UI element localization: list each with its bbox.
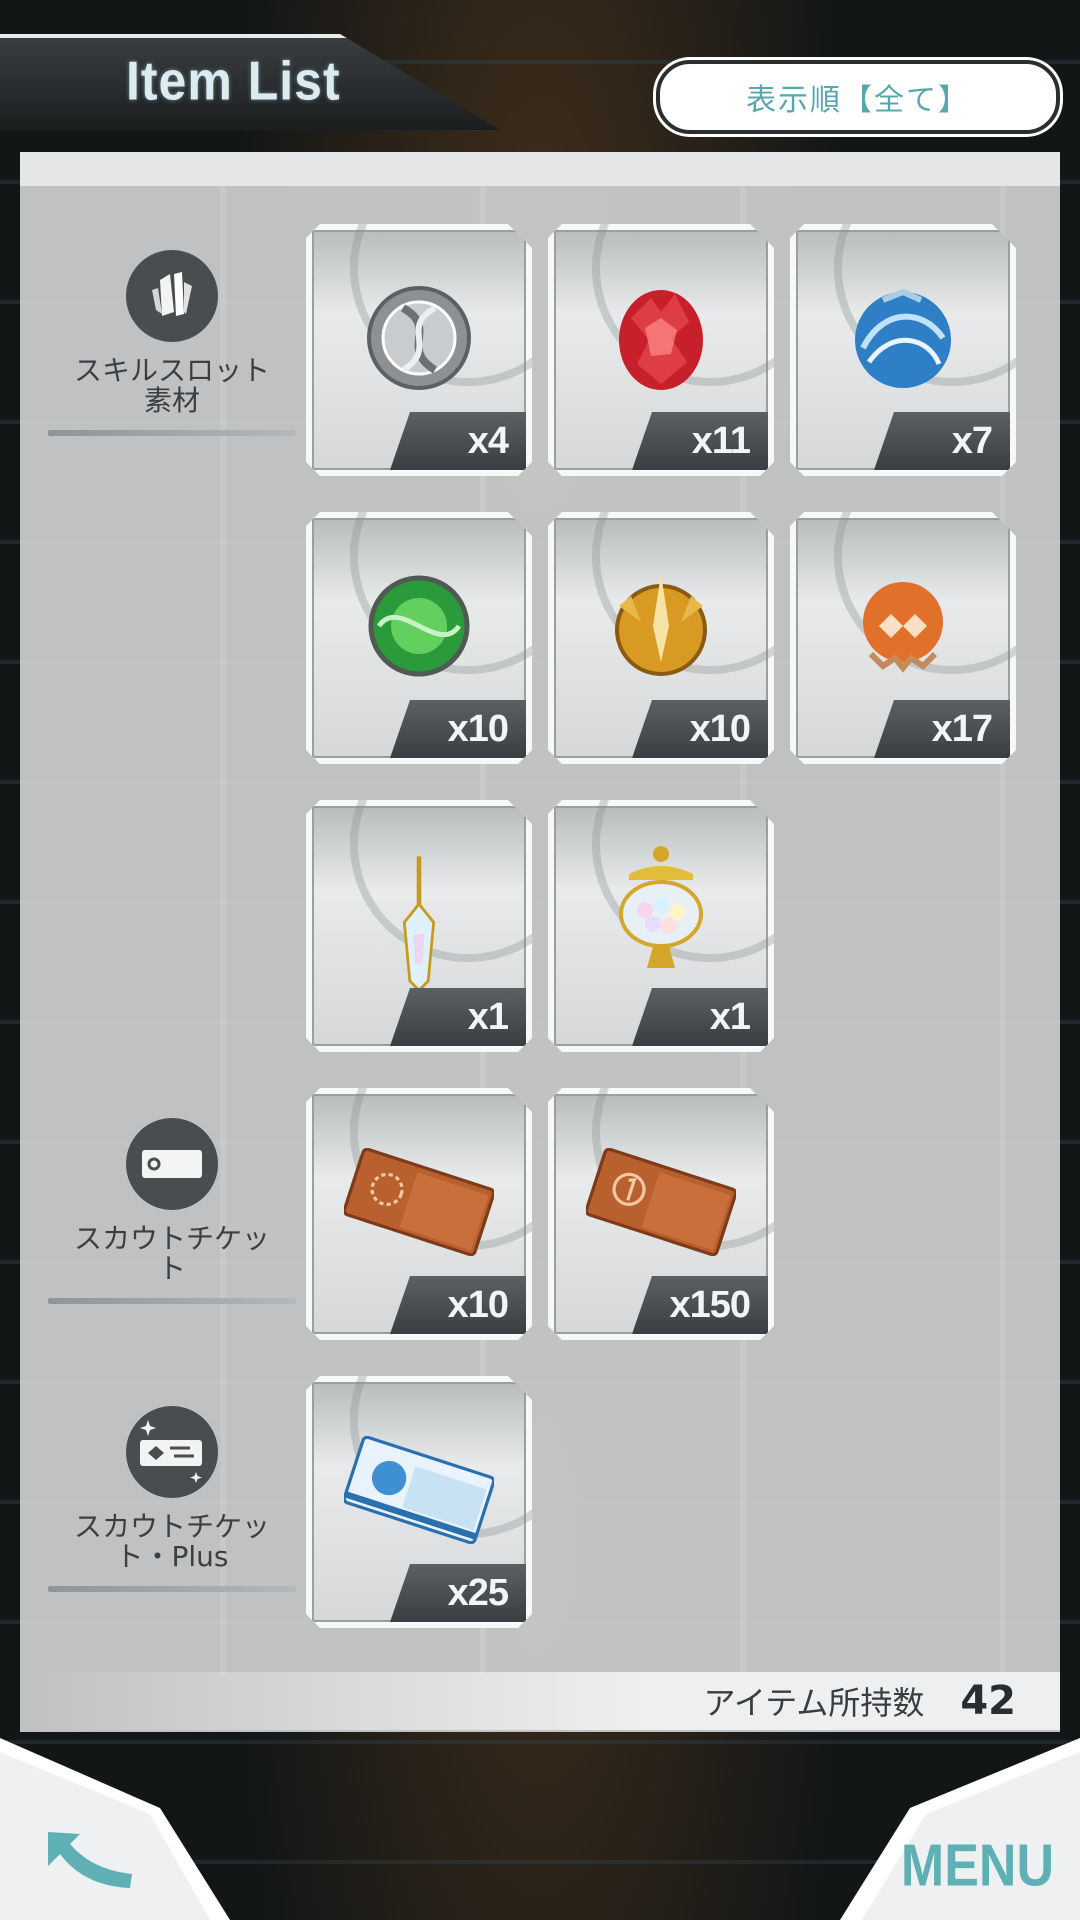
category-skill-slot-material: スキルスロット 素材	[48, 250, 296, 436]
category-label: スカウトチケッ ト・Plus	[73, 1510, 270, 1573]
item-quantity: x17	[874, 700, 1010, 758]
red-orb-icon	[601, 278, 721, 398]
bronze-ticket-1-icon	[586, 1148, 736, 1256]
item-card-bronze-ticket[interactable]: x10	[306, 1088, 532, 1340]
orange-orb-icon	[843, 566, 963, 686]
item-card-gold-orb[interactable]: x10	[548, 512, 774, 764]
category-label: スカウトチケッ ト	[73, 1222, 270, 1285]
category-divider	[48, 1298, 296, 1304]
sort-order-button[interactable]: 表示順【全て】	[656, 60, 1060, 134]
back-arrow-icon	[48, 1832, 132, 1888]
crystal-wand-icon	[364, 851, 474, 1001]
category-label: スキルスロット 素材	[48, 356, 296, 416]
pearl-urn-icon	[601, 844, 721, 984]
item-count-bar: アイテム所持数 42	[20, 1672, 1060, 1730]
ticket-plus-icon	[126, 1406, 218, 1498]
item-card-blue-ticket-1st[interactable]: x25	[306, 1376, 532, 1628]
item-quantity: x10	[632, 700, 768, 758]
item-quantity: x25	[390, 1564, 526, 1622]
item-quantity: x7	[874, 412, 1010, 470]
category-scout-ticket: スカウトチケッ ト	[48, 1118, 296, 1304]
item-card-green-orb[interactable]: x10	[306, 512, 532, 764]
menu-label: MENU	[900, 1832, 1054, 1900]
item-card-silver-orb[interactable]: x4	[306, 224, 532, 476]
category-label-line1: スキルスロット 素材	[73, 354, 270, 417]
category-divider	[48, 1586, 296, 1592]
blue-ticket-1st-icon	[344, 1436, 494, 1544]
item-card-orange-orb[interactable]: x17	[790, 512, 1016, 764]
gold-orb-icon	[601, 566, 721, 686]
category-divider	[48, 430, 296, 436]
blue-orb-icon	[843, 278, 963, 398]
item-quantity: x4	[390, 412, 526, 470]
item-card-pearl-urn[interactable]: x1	[548, 800, 774, 1052]
item-quantity: x1	[632, 988, 768, 1046]
item-count-value: 42	[960, 1678, 1016, 1724]
item-quantity: x11	[632, 412, 768, 470]
silver-orb-icon	[359, 278, 479, 398]
page-title: Item List	[126, 50, 341, 112]
category-scout-ticket-plus: スカウトチケッ ト・Plus	[48, 1406, 296, 1592]
item-count-label: アイテム所持数	[703, 1684, 925, 1722]
item-quantity: x10	[390, 1276, 526, 1334]
item-card-blue-orb[interactable]: x7	[790, 224, 1016, 476]
item-quantity: x10	[390, 700, 526, 758]
green-orb-icon	[359, 566, 479, 686]
ticket-icon	[126, 1118, 218, 1210]
crystal-icon	[126, 250, 218, 342]
item-card-red-orb[interactable]: x11	[548, 224, 774, 476]
item-quantity: x1	[390, 988, 526, 1046]
item-card-bronze-ticket-1[interactable]: x150	[548, 1088, 774, 1340]
bronze-ticket-icon	[344, 1148, 494, 1256]
item-card-crystal-wand[interactable]: x1	[306, 800, 532, 1052]
item-quantity: x150	[632, 1276, 768, 1334]
